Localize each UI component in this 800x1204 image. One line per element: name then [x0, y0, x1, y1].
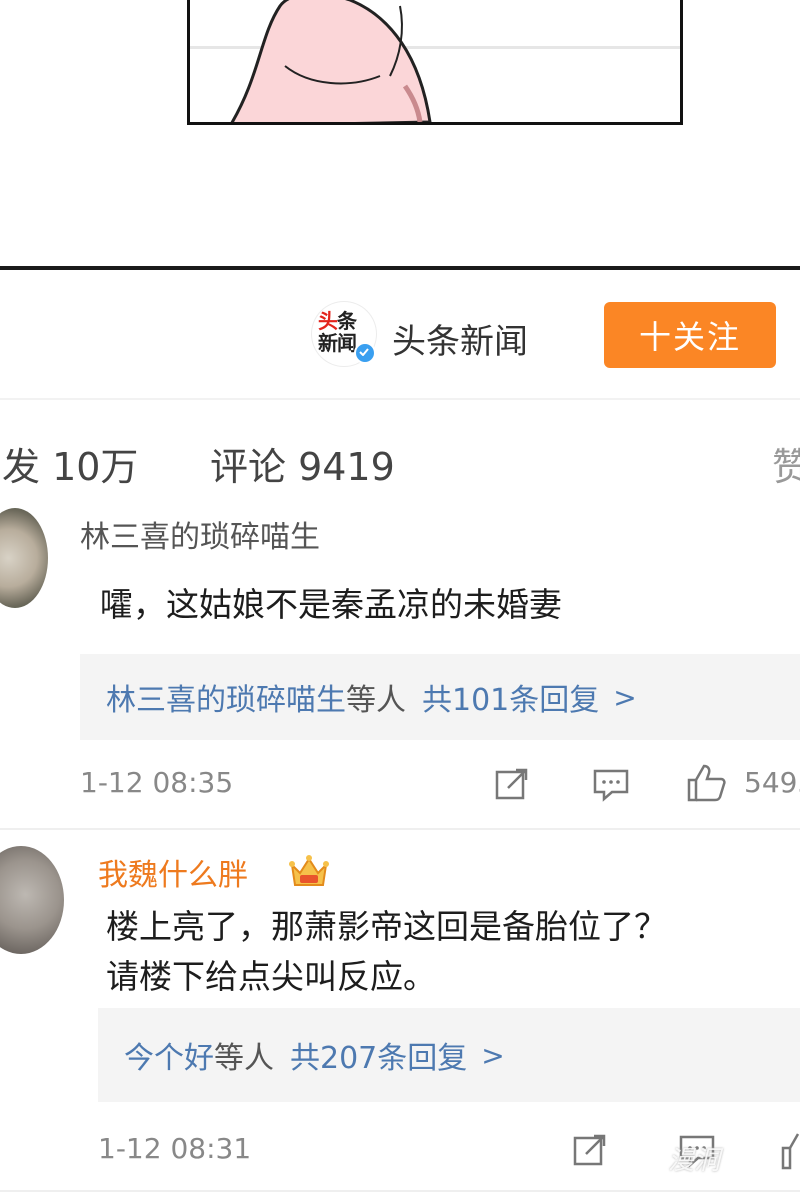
comment-text: 嚯，这姑娘不是秦孟凉的未婚妻	[100, 585, 562, 624]
logo-text-line2: 新闻	[318, 331, 357, 355]
logo-text-red: 头	[318, 309, 338, 333]
logo-text-black: 条	[337, 309, 357, 333]
reply-summary[interactable]: 今个好 等人 共207条回复 >	[98, 1008, 800, 1102]
comment-time: 1-12 08:35	[80, 766, 234, 799]
like-icon[interactable]	[686, 762, 728, 804]
finger-illustration	[230, 0, 432, 122]
reply-author[interactable]: 林三喜的琐碎喵生	[106, 675, 346, 719]
comment-username[interactable]: 我魏什么胖	[98, 850, 248, 894]
follow-button[interactable]: 十关注	[604, 302, 776, 368]
comment-icon[interactable]	[592, 768, 630, 802]
comment-time: 1-12 08:31	[98, 1132, 252, 1165]
comment-text-line: 请楼下给点尖叫反应。	[106, 957, 436, 996]
vip-crown-icon	[289, 855, 329, 886]
reply-etc: 等人	[346, 683, 406, 718]
verified-icon	[354, 342, 376, 364]
chevron-right-icon: >	[481, 1038, 505, 1072]
comment-text: 楼上亮了，那萧影帝这回是备胎位了？ 请楼下给点尖叫反应。	[106, 902, 667, 1002]
like-icon[interactable]	[780, 1130, 800, 1172]
reply-etc: 等人	[214, 1041, 274, 1076]
comment-count[interactable]: 评论 9419	[210, 436, 395, 491]
likes-label[interactable]: 赞	[772, 436, 800, 491]
share-icon[interactable]	[572, 1132, 608, 1168]
comment-divider	[0, 828, 800, 830]
comment-divider	[0, 1190, 800, 1192]
chevron-right-icon: >	[613, 680, 637, 714]
share-icon[interactable]	[494, 766, 530, 802]
reply-count[interactable]: 共207条回复	[290, 1033, 467, 1077]
watermark: 漫洞	[668, 1146, 721, 1176]
like-count: 5495	[744, 766, 800, 799]
comment-text-line: 楼上亮了，那萧影帝这回是备胎位了？	[106, 907, 667, 946]
repost-count[interactable]: 发 10万	[2, 436, 138, 491]
account-name[interactable]: 头条新闻	[392, 314, 528, 363]
reply-summary[interactable]: 林三喜的琐碎喵生 等人 共101条回复 >	[80, 654, 800, 740]
comic-panel	[187, 0, 683, 125]
header-divider	[0, 398, 800, 400]
account-logo[interactable]: 头条 新闻	[312, 302, 376, 366]
reply-author[interactable]: 今个好	[124, 1033, 214, 1077]
comment-username[interactable]: 林三喜的琐碎喵生	[80, 512, 320, 556]
reply-count[interactable]: 共101条回复	[422, 675, 599, 719]
